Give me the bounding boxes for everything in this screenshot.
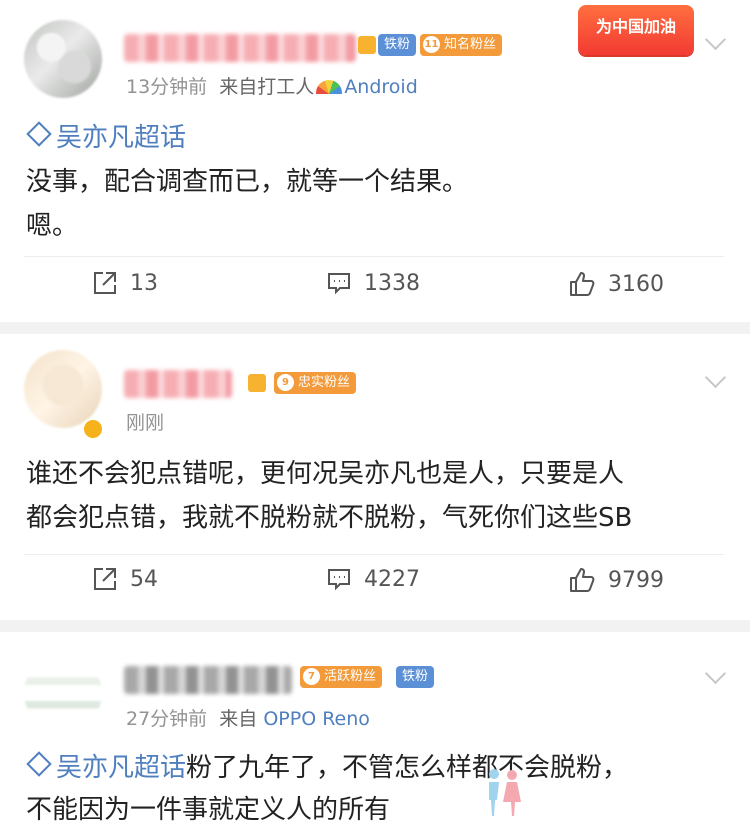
tier-number: 7	[303, 668, 320, 685]
tier-number: 9	[277, 374, 294, 391]
topic-label: 吴亦凡超话	[56, 753, 187, 783]
chevron-down-icon[interactable]	[704, 366, 727, 389]
post-2: 9 忠实粉丝 刚刚 谁还不会犯点错呢，更何况吴亦凡也是人，只要是人 都会犯点错，我…	[0, 334, 750, 620]
post-body-line-1: 吴亦凡超话粉了九年了，不管怎么样都不会脱粉，	[26, 750, 628, 787]
divider	[24, 554, 724, 555]
diamond-icon	[26, 121, 52, 147]
post-1: 铁粉 11 知名粉丝 为中国加油 13分钟前 来自打工人 Android 吴亦凡超话…	[0, 0, 750, 322]
post-meta: 27分钟前 来自 OPPO Reno	[126, 704, 370, 731]
avatar[interactable]	[24, 654, 102, 732]
avatar[interactable]	[24, 350, 102, 428]
like-button[interactable]: 3160	[568, 270, 664, 298]
share-icon	[94, 272, 116, 294]
source-prefix: 来自	[219, 708, 258, 730]
source-prefix: 来自	[219, 76, 258, 98]
tier-number: 11	[423, 36, 440, 53]
share-button[interactable]: 54	[92, 566, 158, 592]
source-app[interactable]: 打工人	[257, 76, 314, 98]
rainbow-icon	[316, 80, 343, 94]
topic-link[interactable]: 吴亦凡超话	[26, 751, 187, 783]
like-count: 3160	[608, 271, 664, 297]
fan-level-icon	[248, 374, 266, 392]
thumbs-up-icon	[570, 568, 595, 592]
chevron-down-icon[interactable]	[704, 662, 727, 685]
post-time: 刚刚	[126, 412, 165, 434]
topic-link[interactable]: 吴亦凡超话	[26, 121, 187, 153]
cheer-sticker: 为中国加油	[578, 5, 694, 55]
fan-badge[interactable]: 铁粉	[396, 666, 435, 688]
thumbs-up-icon	[570, 272, 595, 296]
post-body-line-1: 没事，配合调查而已，就等一个结果。	[26, 167, 469, 197]
fan-badge[interactable]: 铁粉	[378, 34, 417, 56]
fan-level-icon	[358, 36, 376, 54]
tier-badge[interactable]: 7 活跃粉丝	[300, 666, 383, 688]
source-device[interactable]: Android	[344, 76, 417, 98]
post-topic-line: 吴亦凡超话	[26, 120, 186, 157]
share-count: 54	[130, 566, 158, 592]
comment-icon	[328, 273, 350, 295]
username-blurred[interactable]	[124, 370, 232, 398]
tier-label: 活跃粉丝	[324, 669, 377, 684]
avatar[interactable]	[24, 20, 102, 98]
like-count: 9799	[608, 567, 664, 593]
divider	[24, 256, 724, 257]
comment-button[interactable]: 4227	[326, 566, 420, 592]
topic-label: 吴亦凡超话	[56, 123, 187, 153]
comment-count: 4227	[364, 566, 420, 592]
chevron-down-icon[interactable]	[704, 28, 727, 51]
username-blurred[interactable]	[124, 34, 356, 62]
post-body-line-2: 都会犯点错，我就不脱粉就不脱粉，气死你们这些SB	[26, 503, 633, 533]
share-count: 13	[130, 270, 158, 296]
post-meta: 刚刚	[126, 408, 164, 435]
verified-badge-icon	[82, 418, 104, 440]
couple-watermark-icon	[489, 769, 521, 816]
post-separator	[0, 322, 750, 334]
share-button[interactable]: 13	[92, 270, 158, 296]
post-body-line-2: 不能因为一件事就定义人的所有	[26, 795, 391, 825]
like-button[interactable]: 9799	[568, 566, 664, 594]
post-body-line-2: 嗯。	[26, 211, 79, 241]
comment-count: 1338	[364, 270, 420, 296]
diamond-icon	[26, 751, 52, 777]
tier-label: 忠实粉丝	[298, 375, 351, 390]
share-icon	[94, 568, 116, 590]
post-3: 7 活跃粉丝 铁粉 27分钟前 来自 OPPO Reno 吴亦凡超话粉了九年了，不…	[0, 632, 750, 834]
source-device[interactable]: OPPO Reno	[263, 708, 370, 730]
comment-icon	[328, 569, 350, 591]
post-meta: 13分钟前 来自打工人 Android	[126, 72, 418, 99]
post-body-line-1: 谁还不会犯点错呢，更何况吴亦凡也是人，只要是人	[26, 459, 625, 489]
username-blurred[interactable]	[124, 666, 292, 694]
post-time: 13分钟前	[126, 76, 208, 98]
post-time: 27分钟前	[126, 708, 208, 730]
tier-badge[interactable]: 9 忠实粉丝	[274, 372, 357, 394]
comment-button[interactable]: 1338	[326, 270, 420, 296]
tier-label: 知名粉丝	[444, 37, 497, 52]
post-separator	[0, 620, 750, 632]
tier-badge[interactable]: 11 知名粉丝	[420, 34, 503, 56]
post-body-text: 粉了九年了，不管怎么样都不会脱粉，	[186, 753, 629, 783]
